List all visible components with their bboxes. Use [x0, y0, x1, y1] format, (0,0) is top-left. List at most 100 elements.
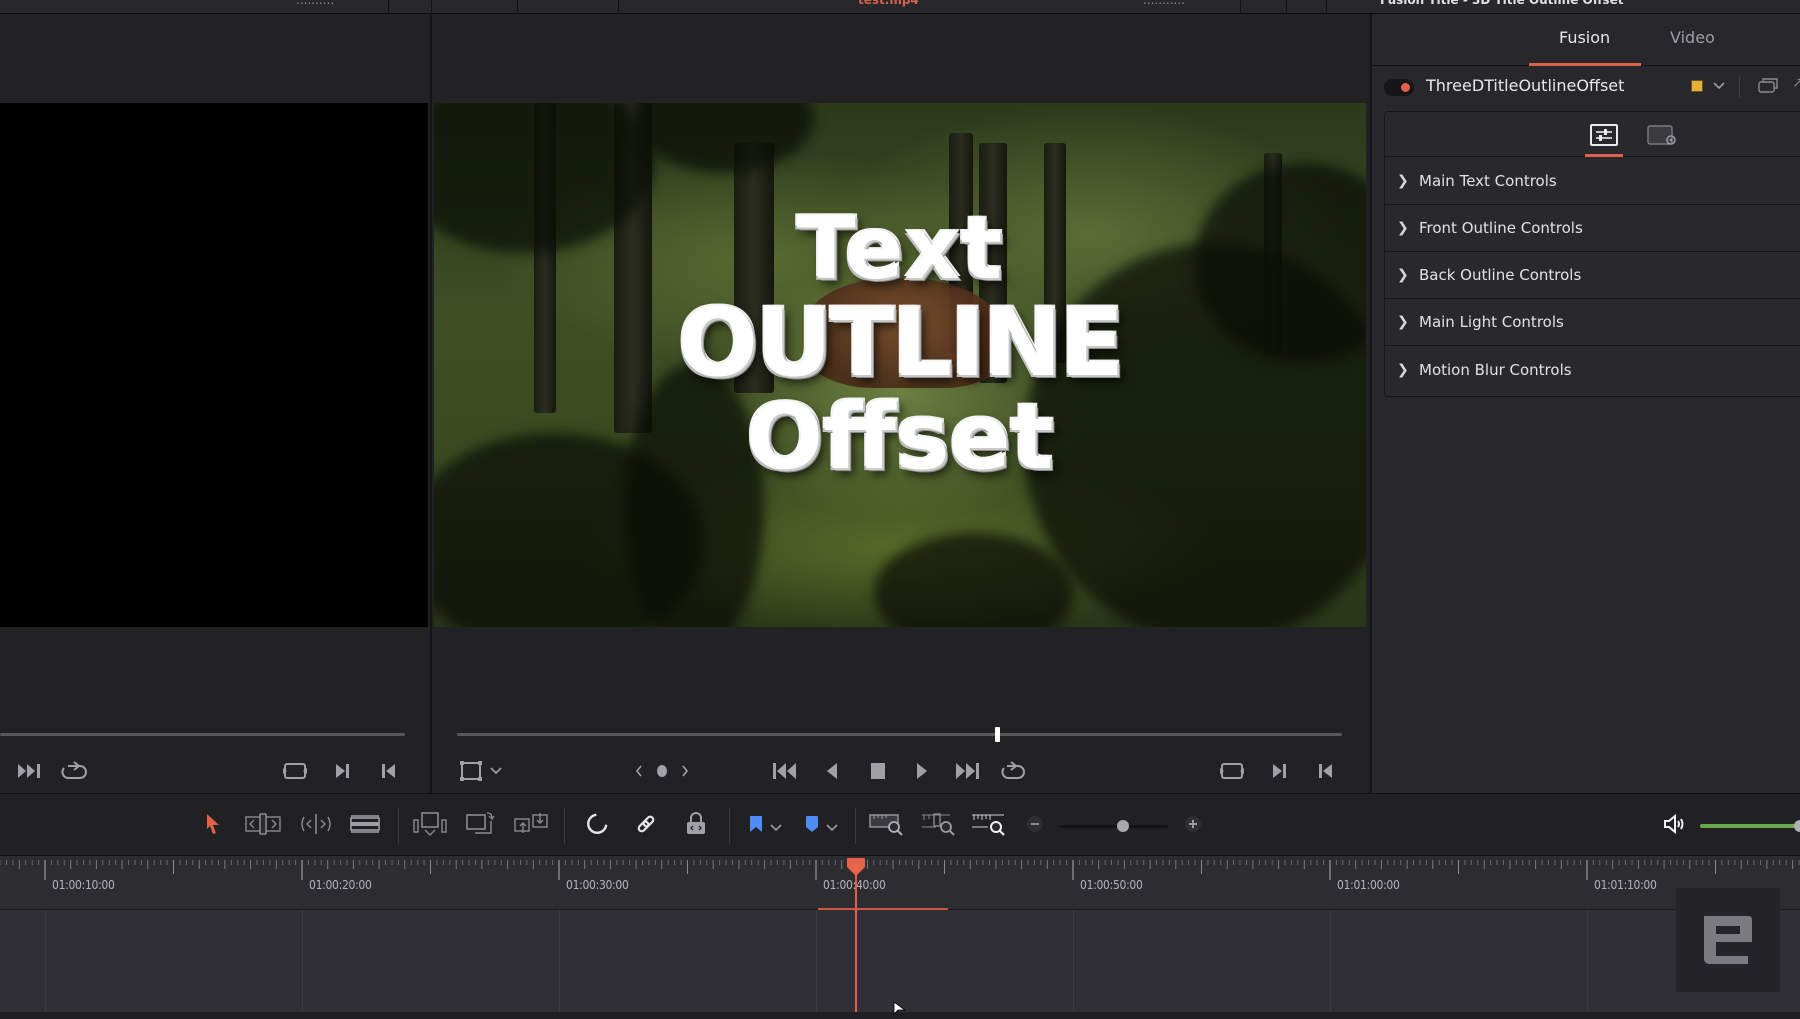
snapping-toggle[interactable]	[580, 812, 614, 840]
timeline-zoom-slider-thumb[interactable]	[1117, 820, 1129, 832]
fast-forward-end-icon	[17, 763, 43, 779]
inspector-title: Fusion Title - 3D Title Outline Offset	[1380, 0, 1623, 7]
node-enable-toggle[interactable]	[1384, 79, 1414, 96]
loop-icon	[60, 761, 88, 781]
zoom-in-button[interactable]	[1176, 812, 1210, 840]
timecode-label: 01:00:10:00	[52, 878, 115, 892]
timecode-label: 01:01:10:00	[1594, 878, 1657, 892]
chevron-right-icon: ❯	[1397, 173, 1411, 189]
node-name: ThreeDTitleOutlineOffset	[1426, 76, 1624, 95]
zoom-detail-icon	[920, 812, 956, 840]
tab-video[interactable]: Video	[1670, 28, 1715, 47]
dynamic-trim-button[interactable]	[299, 812, 333, 840]
volume-slider[interactable]	[1700, 824, 1800, 828]
render-settings-icon[interactable]	[1647, 125, 1679, 151]
section-label: Main Text Controls	[1419, 172, 1557, 190]
active-subtab-indicator	[1585, 154, 1623, 157]
source-mark-in-button[interactable]	[328, 757, 356, 785]
replace-clip-button[interactable]	[512, 812, 552, 840]
zoom-custom-button[interactable]	[968, 812, 1008, 840]
section-label: Main Light Controls	[1419, 313, 1564, 331]
source-mark-out-button[interactable]	[375, 757, 403, 785]
speaker-icon	[1663, 814, 1687, 838]
section-front-outline-controls[interactable]: ❯ Front Outline Controls	[1385, 205, 1800, 252]
source-match-frame-button[interactable]	[281, 757, 309, 785]
chevron-down-icon	[490, 767, 502, 775]
go-to-end-button[interactable]	[954, 757, 982, 785]
magnet-icon	[585, 812, 609, 840]
go-to-start-button[interactable]	[771, 757, 799, 785]
arrow-pointer-icon	[205, 813, 221, 839]
section-main-light-controls[interactable]: ❯ Main Light Controls	[1385, 299, 1800, 346]
mouse-cursor	[893, 1000, 907, 1019]
blade-edit-mode-button[interactable]	[348, 812, 382, 840]
source-scrubber[interactable]	[0, 733, 405, 736]
viewer-size-dropdown[interactable]	[456, 757, 506, 785]
jog-control[interactable]	[632, 757, 692, 785]
inspector-controls: ❯ Main Text Controls ❯ Front Outline Con…	[1384, 111, 1800, 397]
overwrite-clip-icon	[465, 811, 495, 841]
minus-icon	[1026, 815, 1044, 837]
play-reverse-button[interactable]	[818, 757, 846, 785]
selection-mode-button[interactable]	[196, 812, 230, 840]
timeline-scrubber[interactable]	[457, 733, 1342, 736]
timeline-tracks[interactable]	[0, 910, 1800, 1012]
insert-clip-button[interactable]	[413, 812, 447, 840]
timeline-ruler[interactable]: 01:00:10:00 01:00:20:00 01:00:30:00 01:0…	[0, 856, 1800, 910]
section-back-outline-controls[interactable]: ❯ Back Outline Controls	[1385, 252, 1800, 299]
marker-dropdown[interactable]	[798, 812, 844, 840]
in-out-range[interactable]	[818, 908, 948, 910]
playhead-handle[interactable]	[845, 858, 867, 882]
zoom-custom-icon	[970, 812, 1006, 840]
match-frame-button[interactable]	[1218, 757, 1246, 785]
position-lock-toggle[interactable]	[679, 812, 713, 840]
chevron-right-icon: ❯	[1397, 267, 1411, 283]
chevron-down-icon[interactable]	[1712, 76, 1726, 95]
zoom-detail-button[interactable]	[918, 812, 958, 840]
trim-edit-mode-button[interactable]	[246, 812, 280, 840]
flag-icon	[749, 815, 763, 837]
section-main-text-controls[interactable]: ❯ Main Text Controls	[1385, 158, 1800, 205]
volume-slider-thumb[interactable]	[1794, 820, 1800, 832]
play-icon	[915, 762, 929, 780]
source-viewer-title: ..........	[296, 0, 334, 7]
section-label: Motion Blur Controls	[1419, 361, 1572, 379]
timeline-viewer-title: test.mp4	[858, 0, 919, 7]
tab-fusion[interactable]: Fusion	[1559, 28, 1610, 47]
loop-button[interactable]	[999, 757, 1027, 785]
match-frame-icon	[1219, 762, 1245, 780]
zoom-out-button[interactable]	[1018, 812, 1052, 840]
playhead-line[interactable]	[855, 870, 857, 1012]
zoom-full-extent-button[interactable]	[866, 812, 906, 840]
float-window-icon[interactable]	[1757, 77, 1779, 97]
play-reverse-icon	[825, 762, 839, 780]
expand-icon[interactable]: ↗	[1792, 75, 1800, 91]
node-color-swatch[interactable]	[1691, 80, 1703, 92]
play-button[interactable]	[908, 757, 936, 785]
stop-button[interactable]	[864, 757, 892, 785]
mark-in-icon	[1270, 762, 1288, 780]
ruler-ticks	[0, 856, 1800, 880]
mute-button[interactable]	[1658, 812, 1692, 840]
mark-out-button[interactable]	[1312, 757, 1340, 785]
timeline-scrubber-handle[interactable]	[995, 727, 1000, 742]
timeline-viewer-video[interactable]: Text OUTLINE Offset	[434, 103, 1366, 627]
linked-selection-toggle[interactable]	[629, 812, 663, 840]
overwrite-clip-button[interactable]	[463, 812, 497, 840]
chevron-down-icon	[770, 817, 782, 836]
section-motion-blur-controls[interactable]: ❯ Motion Blur Controls	[1385, 346, 1800, 393]
inspector-tabs: Fusion Video	[1372, 14, 1800, 66]
replace-clip-icon	[513, 811, 551, 841]
flag-dropdown[interactable]	[742, 812, 788, 840]
timeline-zoom-slider[interactable]	[1060, 825, 1168, 828]
section-label: Front Outline Controls	[1419, 219, 1583, 237]
source-play-to-end-button[interactable]	[16, 757, 44, 785]
chevron-right-icon: ❯	[1397, 220, 1411, 236]
mark-in-button[interactable]	[1265, 757, 1293, 785]
source-loop-button[interactable]	[60, 757, 88, 785]
source-viewer-video[interactable]	[0, 103, 428, 627]
razor-blade-icon	[350, 815, 380, 837]
chevron-right-icon: ❯	[1397, 314, 1411, 330]
zoom-full-icon	[868, 812, 904, 840]
settings-sliders-icon[interactable]	[1590, 124, 1618, 150]
